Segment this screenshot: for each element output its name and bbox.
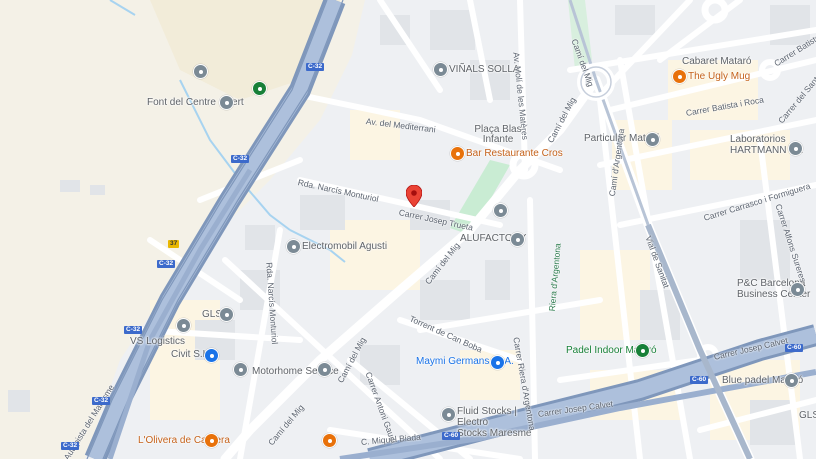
building-icon[interactable] — [219, 307, 234, 322]
building-icon[interactable] — [441, 407, 456, 422]
map-view[interactable]: VIÑALS SOLLA Font del Centre Obert Plaça… — [0, 0, 816, 459]
poi-gls-right[interactable]: GLS — [799, 411, 816, 421]
highway-shield: 37 — [168, 240, 180, 248]
highway-shield: C-60 — [690, 376, 709, 384]
restaurant-icon[interactable] — [322, 433, 337, 448]
building-icon[interactable] — [784, 373, 799, 388]
bar-icon[interactable] — [672, 69, 687, 84]
highway-shield: C-32 — [124, 326, 143, 334]
park-icon[interactable] — [252, 81, 267, 96]
building-icon[interactable] — [233, 362, 248, 377]
shop-icon[interactable] — [490, 355, 505, 370]
map-base[interactable] — [0, 0, 816, 459]
restaurant-icon[interactable] — [204, 433, 219, 448]
building-icon[interactable] — [286, 239, 301, 254]
highway-shield: C-60 — [442, 432, 461, 440]
highway-shield: C-32 — [157, 260, 176, 268]
sports-icon[interactable] — [635, 343, 650, 358]
building-icon[interactable] — [788, 141, 803, 156]
poi-cabaret[interactable]: Cabaret Mataró — [682, 57, 751, 67]
building-icon[interactable] — [510, 232, 525, 247]
bus-stop-icon[interactable] — [193, 64, 208, 79]
poi-vs-logistics[interactable]: VS Logistics — [130, 337, 185, 347]
building-icon[interactable] — [317, 362, 332, 377]
poi-bar-cros[interactable]: Bar Restaurante Cros — [466, 149, 563, 159]
highway-shield: C-32 — [61, 442, 80, 450]
poi-vinals-solla[interactable]: VIÑALS SOLLA — [449, 65, 520, 75]
building-icon[interactable] — [790, 282, 805, 297]
poi-ugly-mug[interactable]: The Ugly Mug — [688, 72, 750, 82]
building-icon[interactable] — [645, 132, 660, 147]
highway-shield: C-32 — [306, 63, 325, 71]
building-icon[interactable] — [176, 318, 191, 333]
office-icon[interactable] — [493, 203, 508, 218]
highway-shield: C-60 — [785, 344, 804, 352]
shop-icon[interactable] — [204, 348, 219, 363]
highway-shield: C-32 — [231, 155, 250, 163]
restaurant-icon[interactable] — [450, 146, 465, 161]
highway-shield: C-32 — [92, 397, 111, 405]
poi-electromobil[interactable]: Electromobil Agusti — [302, 242, 387, 252]
museum-icon[interactable] — [433, 62, 448, 77]
building-icon[interactable] — [219, 95, 234, 110]
